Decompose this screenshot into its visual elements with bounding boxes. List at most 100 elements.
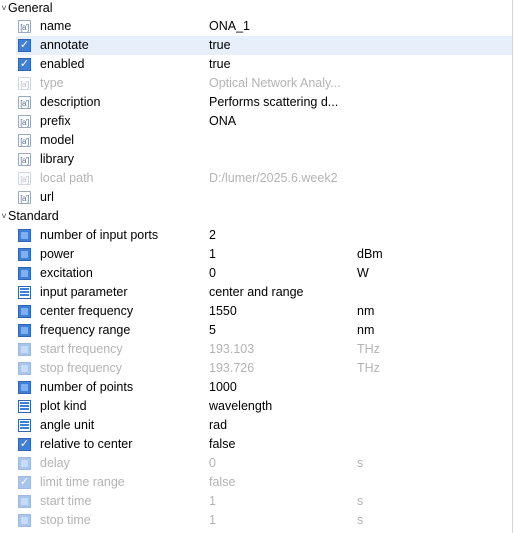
property-row-prefix[interactable]: [a'] prefix ONA bbox=[16, 112, 512, 131]
property-row-local-path: [a'] local path D:/lumer/2025.6.week2 bbox=[16, 169, 512, 188]
property-value[interactable]: 2 bbox=[209, 226, 216, 245]
property-name: prefix bbox=[40, 114, 71, 128]
property-unit: s bbox=[357, 494, 364, 508]
property-row-annotate[interactable]: ✓ annotate true bbox=[16, 36, 512, 55]
property-name: angle unit bbox=[40, 418, 95, 432]
property-name: description bbox=[40, 95, 101, 109]
property-name: number of input ports bbox=[40, 228, 159, 242]
number-icon bbox=[18, 267, 31, 280]
property-value: 0 bbox=[209, 456, 216, 470]
property-name: center frequency bbox=[40, 304, 134, 318]
property-value: Optical Network Analy... bbox=[209, 76, 341, 90]
property-name: enabled bbox=[40, 57, 85, 71]
number-icon bbox=[18, 495, 31, 508]
checkbox-icon: ✓ bbox=[18, 58, 31, 71]
property-row-name[interactable]: [a'] name ONA_1 bbox=[16, 17, 512, 36]
chevron-down-icon[interactable]: ˅ bbox=[0, 0, 8, 17]
property-value[interactable]: Performs scattering d... bbox=[209, 93, 338, 112]
number-icon bbox=[18, 514, 31, 527]
property-name: number of points bbox=[40, 380, 134, 394]
checkbox-icon: ✓ bbox=[18, 39, 31, 52]
property-name: input parameter bbox=[40, 285, 128, 299]
property-value[interactable]: wavelength bbox=[209, 397, 272, 416]
property-row-start-frequency: start frequency 193.103 THz bbox=[16, 340, 512, 359]
property-row-plot-kind[interactable]: plot kind wavelength bbox=[16, 397, 512, 416]
property-unit: THz bbox=[357, 342, 380, 356]
property-row-input-parameter[interactable]: input parameter center and range bbox=[16, 283, 512, 302]
property-value[interactable]: true bbox=[209, 36, 231, 55]
property-name: model bbox=[40, 133, 75, 147]
property-name: start frequency bbox=[40, 342, 123, 356]
property-row-delay: delay 0 s bbox=[16, 454, 512, 473]
chevron-down-icon[interactable]: ˅ bbox=[0, 208, 8, 225]
property-row-stop-frequency: stop frequency 193.726 THz bbox=[16, 359, 512, 378]
property-name: limit time range bbox=[40, 475, 125, 489]
property-name: relative to center bbox=[40, 437, 133, 451]
text-icon: [a'] bbox=[18, 96, 31, 109]
property-name: type bbox=[40, 76, 64, 90]
property-row-type: [a'] type Optical Network Analy... bbox=[16, 74, 512, 93]
property-row-library[interactable]: [a'] library bbox=[16, 150, 512, 169]
property-row-number-of-input-ports[interactable]: number of input ports 2 bbox=[16, 226, 512, 245]
property-unit[interactable]: W bbox=[357, 264, 369, 283]
property-row-description[interactable]: [a'] description Performs scattering d..… bbox=[16, 93, 512, 112]
group-standard[interactable]: ˅ Standard bbox=[0, 208, 512, 227]
property-name: excitation bbox=[40, 266, 93, 280]
property-name: name bbox=[40, 19, 72, 33]
property-value: 193.103 bbox=[209, 342, 255, 356]
text-icon: [a'] bbox=[18, 172, 31, 185]
property-value: false bbox=[209, 475, 236, 489]
property-row-excitation[interactable]: excitation 0 W bbox=[16, 264, 512, 283]
property-row-power[interactable]: power 1 dBm bbox=[16, 245, 512, 264]
list-icon bbox=[18, 419, 31, 432]
property-name: annotate bbox=[40, 38, 89, 52]
property-name: start time bbox=[40, 494, 92, 508]
property-row-frequency-range[interactable]: frequency range 5 nm bbox=[16, 321, 512, 340]
property-value[interactable]: 1550 bbox=[209, 302, 237, 321]
number-icon bbox=[18, 343, 31, 356]
property-value[interactable]: rad bbox=[209, 416, 227, 435]
property-name: plot kind bbox=[40, 399, 87, 413]
property-row-enabled[interactable]: ✓ enabled true bbox=[16, 55, 512, 74]
property-name: library bbox=[40, 152, 75, 166]
checkbox-icon: ✓ bbox=[18, 476, 31, 489]
property-value: 1 bbox=[209, 494, 216, 508]
property-name: stop frequency bbox=[40, 361, 122, 375]
property-value[interactable]: ONA_1 bbox=[209, 17, 250, 36]
property-value[interactable]: 0 bbox=[209, 264, 216, 283]
property-unit[interactable]: nm bbox=[357, 321, 374, 340]
property-unit: s bbox=[357, 513, 364, 527]
text-icon: [a'] bbox=[18, 191, 31, 204]
text-icon: [a'] bbox=[18, 134, 31, 147]
number-icon bbox=[18, 457, 31, 470]
text-icon: [a'] bbox=[18, 77, 31, 90]
property-unit: s bbox=[357, 456, 364, 470]
property-value[interactable]: 1000 bbox=[209, 378, 237, 397]
property-name: url bbox=[40, 190, 54, 204]
list-icon bbox=[18, 400, 31, 413]
property-row-model[interactable]: [a'] model bbox=[16, 131, 512, 150]
number-icon bbox=[18, 305, 31, 318]
property-unit[interactable]: dBm bbox=[357, 245, 383, 264]
property-value[interactable]: center and range bbox=[209, 283, 304, 302]
panel-divider bbox=[512, 0, 513, 533]
property-value[interactable]: ONA bbox=[209, 112, 236, 131]
property-row-start-time: start time 1 s bbox=[16, 492, 512, 511]
number-icon bbox=[18, 229, 31, 242]
number-icon bbox=[18, 248, 31, 261]
property-row-url[interactable]: [a'] url bbox=[16, 188, 512, 207]
property-name: power bbox=[40, 247, 75, 261]
property-row-center-frequency[interactable]: center frequency 1550 nm bbox=[16, 302, 512, 321]
property-value[interactable]: 5 bbox=[209, 321, 216, 340]
property-unit[interactable]: nm bbox=[357, 302, 374, 321]
property-value[interactable]: 1 bbox=[209, 245, 216, 264]
property-value[interactable]: true bbox=[209, 55, 231, 74]
property-row-relative-to-center[interactable]: ✓ relative to center false bbox=[16, 435, 512, 454]
property-row-angle-unit[interactable]: angle unit rad bbox=[16, 416, 512, 435]
property-panel: ˅ General [a'] name ONA_1 ✓ annotate tru… bbox=[0, 0, 515, 533]
property-value: 193.726 bbox=[209, 361, 255, 375]
property-value[interactable]: false bbox=[209, 435, 235, 454]
text-icon: [a'] bbox=[18, 20, 31, 33]
property-row-limit-time-range: ✓ limit time range false bbox=[16, 473, 512, 492]
property-row-number-of-points[interactable]: number of points 1000 bbox=[16, 378, 512, 397]
